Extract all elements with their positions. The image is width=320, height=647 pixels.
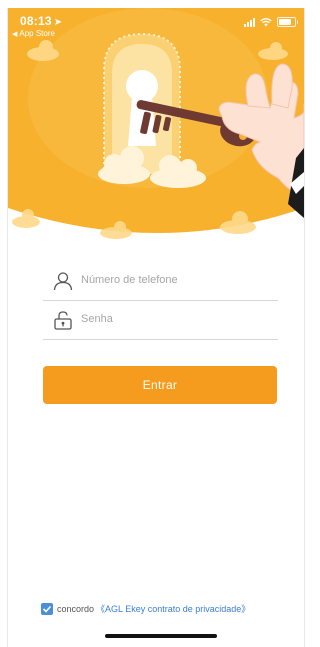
location-icon: ➤ bbox=[53, 17, 63, 28]
user-icon bbox=[53, 272, 73, 291]
checkmark-icon bbox=[42, 605, 52, 613]
login-button[interactable]: Entrar bbox=[43, 366, 277, 404]
back-to-app[interactable]: ◀ App Store bbox=[12, 29, 55, 38]
battery-icon bbox=[277, 17, 298, 27]
clock-label: 08:13 bbox=[20, 14, 52, 28]
home-indicator[interactable] bbox=[105, 634, 217, 638]
status-bar: 08:13 ➤ ◀ App Store bbox=[8, 8, 304, 44]
back-arrow-icon: ◀ bbox=[12, 31, 18, 38]
back-app-label: App Store bbox=[19, 29, 55, 38]
password-field bbox=[43, 301, 278, 340]
agree-prefix: concordo bbox=[57, 603, 95, 614]
wifi-icon bbox=[260, 17, 272, 26]
app-screen: 08:13 ➤ ◀ App Store Número de telefone E… bbox=[7, 8, 305, 647]
lock-icon bbox=[54, 311, 72, 330]
hero-banner: 08:13 ➤ ◀ App Store bbox=[8, 8, 304, 248]
key-in-keyhole-illustration bbox=[8, 8, 304, 239]
agree-checkbox[interactable] bbox=[41, 602, 53, 615]
phone-input[interactable] bbox=[81, 269, 271, 291]
phone-field bbox=[43, 262, 278, 301]
signal-icon bbox=[244, 17, 255, 27]
password-input[interactable] bbox=[81, 308, 271, 330]
privacy-agreement: concordo 《AGL Ekey contrato de privacida… bbox=[41, 602, 250, 615]
privacy-contract-link[interactable]: 《AGL Ekey contrato de privacidade》 bbox=[96, 602, 250, 615]
status-time: 08:13 ➤ bbox=[20, 14, 62, 28]
system-indicators bbox=[244, 17, 298, 27]
